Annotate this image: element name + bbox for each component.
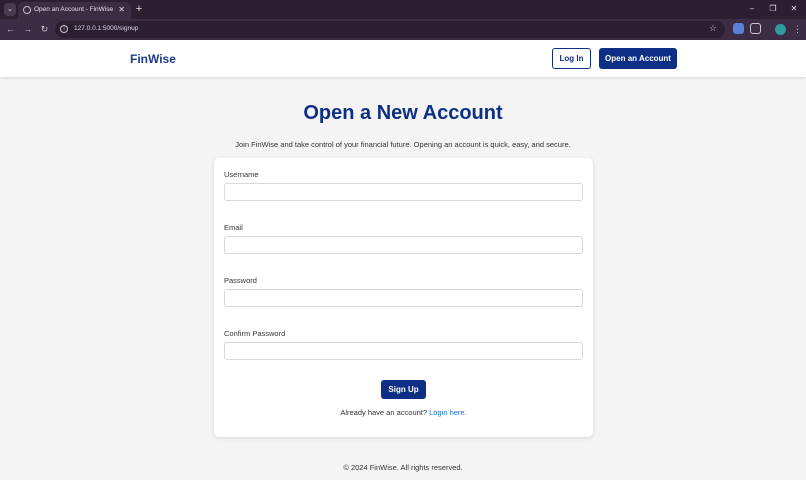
intro-text: Join FinWise and take control of your fi…: [235, 140, 571, 149]
browser-tab-bar: ⌄ Open an Account - FinWise ✕ + – ❐ ✕: [0, 0, 806, 19]
extension-icon[interactable]: [733, 23, 744, 34]
email-label: Email: [224, 223, 243, 232]
close-tab-icon[interactable]: ✕: [118, 5, 125, 15]
address-bar[interactable]: i 127.0.0.1:5000/signup ☆: [55, 21, 725, 38]
tab-title: Open an Account - FinWise: [34, 6, 114, 13]
login-link[interactable]: Login here.: [429, 408, 467, 417]
site-info-icon[interactable]: i: [60, 25, 68, 33]
minimize-icon[interactable]: –: [745, 3, 759, 15]
url-text: 127.0.0.1:5000/signup: [74, 25, 139, 32]
restore-icon[interactable]: ❐: [766, 3, 780, 15]
email-input[interactable]: [224, 236, 583, 254]
star-icon[interactable]: ☆: [709, 23, 717, 34]
page-title: Open a New Account: [303, 102, 503, 124]
favicon-icon: [23, 6, 31, 14]
profile-icon[interactable]: [775, 24, 786, 35]
reload-icon[interactable]: ↻: [39, 24, 50, 35]
username-input[interactable]: [224, 183, 583, 201]
back-icon[interactable]: ←: [5, 24, 16, 35]
signup-button[interactable]: Sign Up: [381, 380, 426, 399]
signup-form: Username Email Password Confirm Password…: [214, 158, 593, 437]
password-label: Password: [224, 276, 257, 285]
new-tab-icon[interactable]: +: [133, 3, 145, 15]
site-header: FinWise Log In Open an Account: [0, 40, 806, 77]
open-account-button[interactable]: Open an Account: [599, 48, 677, 69]
tab-search-icon[interactable]: ⌄: [4, 3, 16, 16]
puzzle-icon[interactable]: [750, 23, 761, 34]
username-label: Username: [224, 170, 259, 179]
browser-tab[interactable]: Open an Account - FinWise ✕: [18, 2, 131, 19]
confirm-password-label: Confirm Password: [224, 329, 286, 338]
login-prompt-row: Already have an account? Login here.: [214, 408, 593, 417]
footer-text: © 2024 FinWise. All rights reserved.: [343, 463, 463, 472]
close-window-icon[interactable]: ✕: [787, 3, 801, 15]
login-prompt-text: Already have an account?: [340, 408, 428, 417]
logo[interactable]: FinWise: [130, 52, 176, 66]
confirm-password-input[interactable]: [224, 342, 583, 360]
login-button[interactable]: Log In: [552, 48, 591, 69]
more-icon[interactable]: ⋮: [792, 24, 803, 35]
forward-icon[interactable]: →: [22, 24, 33, 35]
password-input[interactable]: [224, 289, 583, 307]
browser-toolbar: ← → ↻ i 127.0.0.1:5000/signup ☆ ⋮: [0, 19, 806, 40]
